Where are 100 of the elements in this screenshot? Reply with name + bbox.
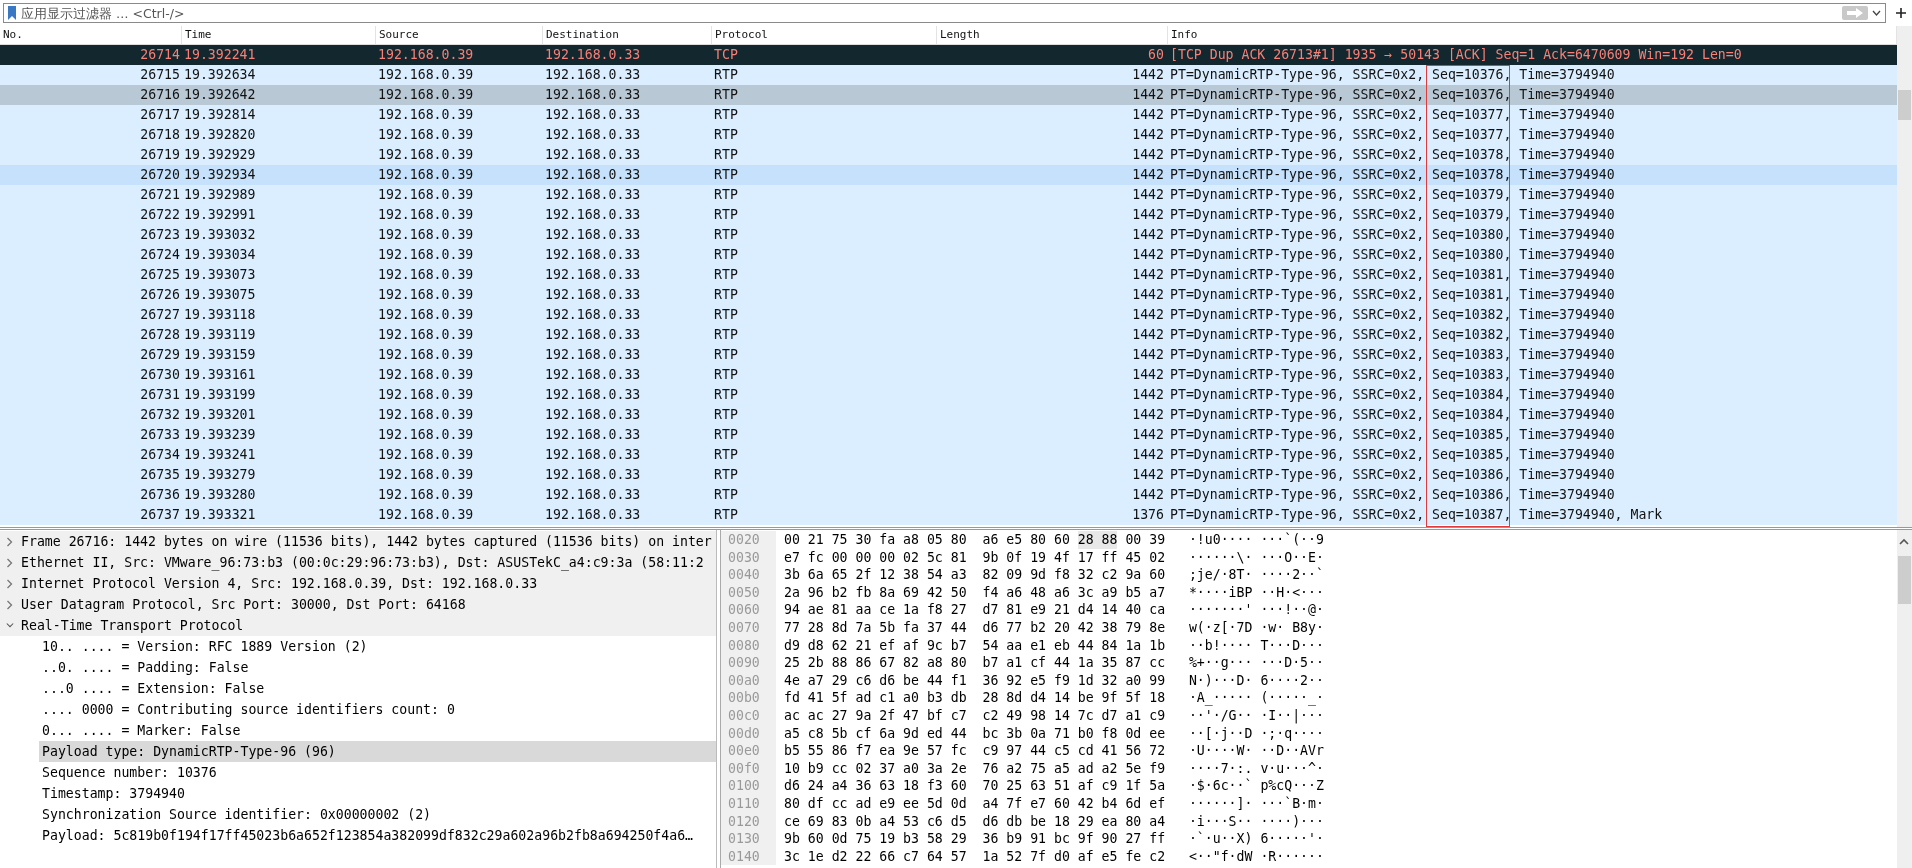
table-cell-text: 19.393279	[183, 466, 257, 484]
scrollbar[interactable]	[1897, 26, 1912, 527]
tree-item[interactable]: Payload: 5c819b0f194f17ff45023b6a652f123854a382099df832c29a602a96b2fb8a694250f4a6…	[0, 825, 716, 846]
column-header[interactable]: No.	[0, 26, 182, 44]
packet-row[interactable]: 26722 19.392991 192.168.0.39 192.168.0.33 RTP 1442 PT=DynamicRTP-Type-96, SSRC=0x2, Seq=10379, Time=3794940	[0, 205, 1897, 225]
packet-row[interactable]: 26725 19.393073 192.168.0.39 192.168.0.33 RTP 1442 PT=DynamicRTP-Type-96, SSRC=0x2, Seq=10381, Time=3794940	[0, 265, 1897, 285]
scrollbar[interactable]	[1897, 530, 1912, 868]
column-header[interactable]: Destination	[543, 26, 712, 44]
table-cell-text: RTP	[713, 506, 739, 524]
packet-row[interactable]: 26719 19.392929 192.168.0.39 192.168.0.33 RTP 1442 PT=DynamicRTP-Type-96, SSRC=0x2, Seq=10378, Time=3794940	[0, 145, 1897, 165]
packet-row[interactable]: 26736 19.393280 192.168.0.39 192.168.0.33 RTP 1442 PT=DynamicRTP-Type-96, SSRC=0x2, Seq=10386, Time=3794940	[0, 485, 1897, 505]
tree-item[interactable]: Synchronization Source identifier: 0x00000002 (2)	[0, 804, 716, 825]
tree-item[interactable]: User Datagram Protocol, Src Port: 30000, Dst Port: 64168	[0, 594, 716, 615]
chevron-down-icon[interactable]	[6, 622, 14, 629]
packet-row[interactable]: 26718 19.392820 192.168.0.39 192.168.0.33 RTP 1442 PT=DynamicRTP-Type-96, SSRC=0x2, Seq=10377, Time=3794940	[0, 125, 1897, 145]
packet-row[interactable]: 26734 19.393241 192.168.0.39 192.168.0.33 RTP 1442 PT=DynamicRTP-Type-96, SSRC=0x2, Seq=10385, Time=3794940	[0, 445, 1897, 465]
packet-row[interactable]: 26727 19.393118 192.168.0.39 192.168.0.33 RTP 1442 PT=DynamicRTP-Type-96, SSRC=0x2, Seq=10382, Time=3794940	[0, 305, 1897, 325]
chevron-right-icon[interactable]	[6, 599, 14, 610]
packet-row[interactable]: 26714 19.392241 192.168.0.39 192.168.0.33 TCP 60 [TCP Dup ACK 26713#1] 1935 → 50143 [ACK] Seq=1 Ack=6470609 Win=192 Len=0	[0, 45, 1897, 65]
table-cell-text: RTP	[713, 66, 739, 84]
packet-row[interactable]: 26731 19.393199 192.168.0.39 192.168.0.33 RTP 1442 PT=DynamicRTP-Type-96, SSRC=0x2, Seq=10384, Time=3794940	[0, 385, 1897, 405]
table-cell-text: 1442	[1131, 366, 1165, 384]
tree-item[interactable]: Sequence number: 10376	[0, 762, 716, 783]
table-cell-text: 192.168.0.39	[377, 86, 475, 104]
column-header[interactable]: Length	[937, 26, 1168, 44]
scroll-thumb[interactable]	[1898, 90, 1911, 120]
table-cell-text: 1442	[1131, 126, 1165, 144]
table-cell-text: 192.168.0.33	[544, 126, 642, 144]
table-cell-text: 192.168.0.39	[377, 326, 475, 344]
table-cell-text: 26729	[139, 346, 181, 364]
table-cell-text: 192.168.0.39	[377, 366, 475, 384]
table-cell-text: 192.168.0.39	[377, 226, 475, 244]
packet-row[interactable]: 26732 19.393201 192.168.0.39 192.168.0.33 RTP 1442 PT=DynamicRTP-Type-96, SSRC=0x2, Seq=10384, Time=3794940	[0, 405, 1897, 425]
packet-row[interactable]: 26726 19.393075 192.168.0.39 192.168.0.33 RTP 1442 PT=DynamicRTP-Type-96, SSRC=0x2, Seq=10381, Time=3794940	[0, 285, 1897, 305]
tree-item[interactable]: 10.. .... = Version: RFC 1889 Version (2)	[0, 636, 716, 657]
table-cell-text: 19.393073	[183, 266, 257, 284]
tree-item[interactable]: Internet Protocol Version 4, Src: 192.168.0.39, Dst: 192.168.0.33	[0, 573, 716, 594]
packet-row[interactable]: 26733 19.393239 192.168.0.39 192.168.0.33 RTP 1442 PT=DynamicRTP-Type-96, SSRC=0x2, Seq=10385, Time=3794940	[0, 425, 1897, 445]
table-cell-text: 192.168.0.33	[544, 406, 642, 424]
packet-row[interactable]: 26721 19.392989 192.168.0.39 192.168.0.33 RTP 1442 PT=DynamicRTP-Type-96, SSRC=0x2, Seq=10379, Time=3794940	[0, 185, 1897, 205]
tree-item[interactable]: Real-Time Transport Protocol	[0, 615, 716, 636]
ascii-text: ······\· ···O··E·	[1188, 548, 1324, 567]
table-cell-text: 19.392634	[183, 66, 257, 84]
table-cell-text: 192.168.0.33	[544, 306, 642, 324]
tree-item[interactable]: ..0. .... = Padding: False	[0, 657, 716, 678]
filter-field[interactable]: 应用显示过滤器 … <Ctrl-/>	[3, 3, 1886, 23]
table-cell-text: 19.392989	[183, 186, 257, 204]
table-cell-text: 26720	[139, 166, 181, 184]
scroll-thumb[interactable]	[1898, 556, 1911, 604]
chevron-right-icon[interactable]	[6, 578, 14, 589]
table-cell-text: 192.168.0.33	[544, 466, 642, 484]
packet-row[interactable]: 26735 19.393279 192.168.0.39 192.168.0.33 RTP 1442 PT=DynamicRTP-Type-96, SSRC=0x2, Seq=10386, Time=3794940	[0, 465, 1897, 485]
column-header[interactable]: Protocol	[712, 26, 937, 44]
scroll-up-icon[interactable]	[1899, 538, 1909, 545]
table-cell-text: 192.168.0.33	[544, 226, 642, 244]
table-cell-text: 19.392241	[183, 46, 257, 64]
table-cell-text: 192.168.0.33	[544, 486, 642, 504]
table-cell-text: 26718	[139, 126, 181, 144]
filter-input[interactable]: 应用显示过滤器 … <Ctrl-/>	[21, 5, 1838, 21]
table-cell-text: PT=DynamicRTP-Type-96, SSRC=0x2, Seq=10386, Time=3794940	[1169, 466, 1616, 484]
table-cell-text: 192.168.0.39	[377, 106, 475, 124]
column-header[interactable]: Time	[182, 26, 376, 44]
table-cell-text: 19.392814	[183, 106, 257, 124]
packet-row[interactable]: 26720 19.392934 192.168.0.39 192.168.0.33 RTP 1442 PT=DynamicRTP-Type-96, SSRC=0x2, Seq=10378, Time=3794940	[0, 165, 1897, 185]
chevron-right-icon[interactable]	[6, 557, 14, 568]
tree-item[interactable]: Frame 26716: 1442 bytes on wire (11536 bits), 1442 bytes captured (11536 bits) on inter	[0, 531, 716, 552]
packet-row[interactable]: 26717 19.392814 192.168.0.39 192.168.0.33 RTP 1442 PT=DynamicRTP-Type-96, SSRC=0x2, Seq=10377, Time=3794940	[0, 105, 1897, 125]
tree-item[interactable]: Timestamp: 3794940	[0, 783, 716, 804]
chevron-right-icon[interactable]	[6, 536, 14, 547]
table-cell-text: 192.168.0.33	[544, 506, 642, 524]
packet-row[interactable]: 26724 19.393034 192.168.0.39 192.168.0.33 RTP 1442 PT=DynamicRTP-Type-96, SSRC=0x2, Seq=10380, Time=3794940	[0, 245, 1897, 265]
packet-row[interactable]: 26730 19.393161 192.168.0.39 192.168.0.33 RTP 1442 PT=DynamicRTP-Type-96, SSRC=0x2, Seq=10383, Time=3794940	[0, 365, 1897, 385]
table-cell-text: 19.393161	[183, 366, 257, 384]
tree-item[interactable]: 0... .... = Marker: False	[0, 720, 716, 741]
table-cell-text: 192.168.0.39	[377, 46, 475, 64]
packet-row[interactable]: 26729 19.393159 192.168.0.39 192.168.0.33 RTP 1442 PT=DynamicRTP-Type-96, SSRC=0x2, Seq=10383, Time=3794940	[0, 345, 1897, 365]
table-cell-text: RTP	[713, 106, 739, 124]
table-cell-text: 26737	[139, 506, 181, 524]
table-cell-text: 26715	[139, 66, 181, 84]
table-cell-text: 19.393118	[183, 306, 257, 324]
hex-bytes: d9 d8 62 21 ef af 9c b7 54 aa e1 eb 44 84 1a 1b	[784, 636, 1166, 655]
hex-bytes: 77 28 8d 7a 5b fa 37 44 d6 77 b2 20 42 38 79 8e	[784, 618, 1166, 637]
packet-row[interactable]: 26737 19.393321 192.168.0.39 192.168.0.33 RTP 1376 PT=DynamicRTP-Type-96, SSRC=0x2, Seq=10387, Time=3794940, Mark	[0, 505, 1897, 525]
table-cell-text: 60	[1147, 46, 1165, 64]
table-cell-text: 192.168.0.39	[377, 506, 475, 524]
table-cell-text: PT=DynamicRTP-Type-96, SSRC=0x2, Seq=10379, Time=3794940	[1169, 186, 1616, 204]
packet-row[interactable]: 26716 19.392642 192.168.0.39 192.168.0.33 RTP 1442 PT=DynamicRTP-Type-96, SSRC=0x2, Seq=10376, Time=3794940	[0, 85, 1897, 105]
packet-row[interactable]: 26728 19.393119 192.168.0.39 192.168.0.33 RTP 1442 PT=DynamicRTP-Type-96, SSRC=0x2, Seq=10382, Time=3794940	[0, 325, 1897, 345]
tree-item[interactable]: Payload type: DynamicRTP-Type-96 (96)	[39, 741, 716, 762]
column-header[interactable]: Source	[376, 26, 543, 44]
caret-down-icon[interactable]	[1872, 10, 1881, 16]
bookmark-icon[interactable]	[7, 5, 17, 21]
hex-bytes: 00 21 75 30 fa a8 05 80 a6 e5 80 60	[784, 531, 1070, 549]
tree-item[interactable]: ...0 .... = Extension: False	[0, 678, 716, 699]
packet-row[interactable]: 26715 19.392634 192.168.0.39 192.168.0.33 RTP 1442 PT=DynamicRTP-Type-96, SSRC=0x2, Seq=10376, Time=3794940	[0, 65, 1897, 85]
tree-item[interactable]: .... 0000 = Contributing source identifiers count: 0	[0, 699, 716, 720]
table-cell-text: PT=DynamicRTP-Type-96, SSRC=0x2, Seq=10383, Time=3794940	[1169, 366, 1616, 384]
ascii-text: ;je/·8T· ····2··`	[1188, 566, 1324, 584]
packet-row[interactable]: 26723 19.393032 192.168.0.39 192.168.0.33 RTP 1442 PT=DynamicRTP-Type-96, SSRC=0x2, Seq=10380, Time=3794940	[0, 225, 1897, 245]
plus-icon[interactable]	[1896, 8, 1906, 18]
